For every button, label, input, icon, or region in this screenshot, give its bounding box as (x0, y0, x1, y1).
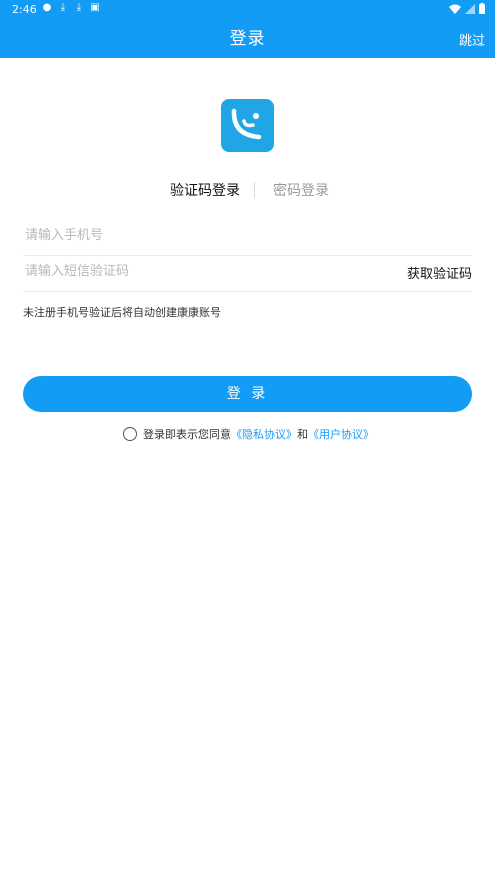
battery-icon (479, 3, 485, 14)
agreement-radio[interactable] (123, 427, 137, 441)
skip-button[interactable]: 跳过 (459, 30, 485, 49)
page-title: 登录 (229, 29, 266, 49)
tab-password-login[interactable]: 密码登录 (273, 180, 329, 200)
phone-input[interactable] (23, 227, 387, 244)
app-header: 2:46 ● ⤓ ⤓ ▣ 登录 跳过 (0, 0, 495, 58)
status-bar: 2:46 ● ⤓ ⤓ ▣ (0, 0, 495, 20)
user-agreement-link[interactable]: 《用户协议》 (308, 426, 374, 442)
phone-field (23, 219, 472, 256)
tab-sms-login[interactable]: 验证码登录 (170, 180, 240, 200)
alert-icon: ● (42, 2, 52, 13)
login-button[interactable]: 登 录 (23, 376, 472, 412)
status-time: 2:46 (12, 3, 37, 16)
agreement-text: 登录即表示您同意 (143, 428, 231, 441)
download-icon: ⤓ (60, 2, 66, 13)
register-hint: 未注册手机号验证后将自动创建康康账号 (23, 306, 221, 319)
notification-icons: ● ⤓ ⤓ ▣ (42, 3, 100, 13)
app-notification-icon: ▣ (90, 2, 100, 13)
signal-icon (465, 3, 475, 14)
agreement-and: 和 (297, 428, 308, 441)
sms-code-field: 获取验证码 (23, 255, 472, 292)
privacy-link[interactable]: 《隐私协议》 (231, 426, 297, 442)
kangkang-logo-icon (231, 108, 262, 140)
app-logo (221, 99, 274, 152)
tab-divider (254, 182, 255, 198)
login-tabs: 验证码登录 密码登录 (0, 180, 495, 200)
sms-code-input[interactable] (23, 263, 387, 280)
get-code-button[interactable]: 获取验证码 (407, 263, 472, 282)
agreement-row: 登录即表示您同意 《隐私协议》 和 《用户协议》 (123, 426, 374, 442)
wifi-icon (449, 4, 461, 14)
download-icon: ⤓ (76, 2, 82, 13)
system-icons (449, 3, 485, 14)
